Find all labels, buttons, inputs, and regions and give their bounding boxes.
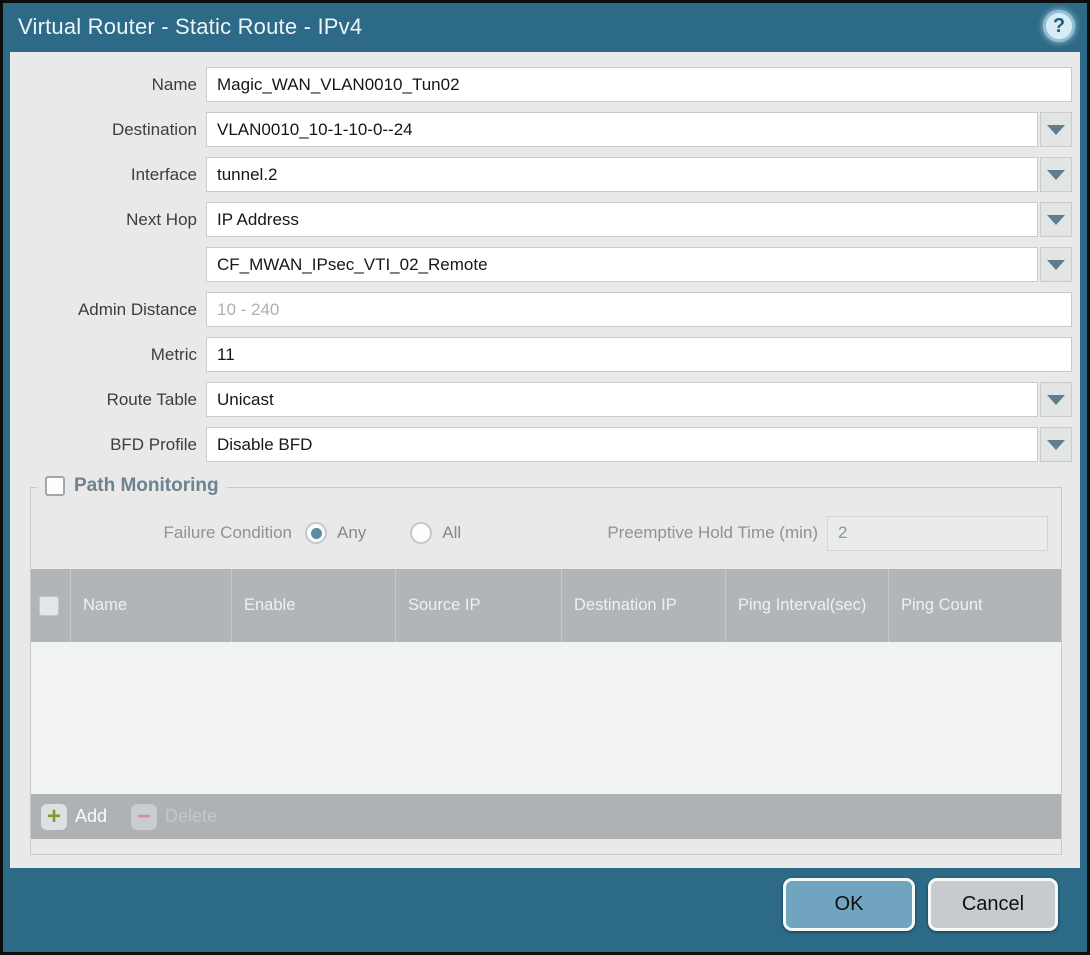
metric-label: Metric bbox=[10, 345, 206, 365]
form-row-destination: Destination bbox=[10, 112, 1072, 147]
preemptive-hold-time-label: Preemptive Hold Time (min) bbox=[607, 523, 818, 543]
interface-dropdown-button[interactable] bbox=[1040, 157, 1072, 192]
form-row-name: Name bbox=[10, 67, 1072, 102]
plus-icon: + bbox=[41, 804, 67, 830]
admin-distance-label: Admin Distance bbox=[10, 300, 206, 320]
name-input[interactable] bbox=[206, 67, 1072, 102]
chevron-down-icon bbox=[1047, 260, 1065, 270]
next-hop-address-dropdown-button[interactable] bbox=[1040, 247, 1072, 282]
failure-condition-label: Failure Condition bbox=[31, 523, 305, 543]
destination-dropdown-button[interactable] bbox=[1040, 112, 1072, 147]
minus-icon: − bbox=[131, 804, 157, 830]
form-row-admin-distance: Admin Distance bbox=[10, 292, 1072, 327]
dialog-window: Virtual Router - Static Route - IPv4 ? N… bbox=[0, 0, 1090, 955]
path-monitoring-section: Path Monitoring Failure Condition Any Al… bbox=[30, 487, 1062, 855]
ok-button[interactable]: OK bbox=[783, 878, 915, 931]
path-monitoring-legend: Path Monitoring bbox=[37, 475, 227, 497]
chevron-down-icon bbox=[1047, 395, 1065, 405]
select-all-checkbox[interactable] bbox=[39, 596, 59, 616]
table-header-row: Name Enable Source IP Destination IP Pin… bbox=[31, 569, 1061, 642]
destination-input[interactable] bbox=[206, 112, 1038, 147]
form-row-next-hop: Next Hop bbox=[10, 202, 1072, 237]
route-table-dropdown-button[interactable] bbox=[1040, 382, 1072, 417]
failure-condition-row: Failure Condition Any All Preemptive Hol… bbox=[31, 515, 1061, 551]
table-header-checkbox-cell bbox=[31, 569, 71, 642]
metric-input[interactable] bbox=[206, 337, 1072, 372]
next-hop-dropdown-button[interactable] bbox=[1040, 202, 1072, 237]
column-header-enable: Enable bbox=[232, 569, 396, 642]
add-button-label: Add bbox=[75, 806, 107, 827]
path-monitoring-title: Path Monitoring bbox=[74, 475, 219, 497]
form-row-bfd-profile: BFD Profile bbox=[10, 427, 1072, 462]
next-hop-label: Next Hop bbox=[10, 210, 206, 230]
any-radio-label: Any bbox=[337, 523, 366, 543]
table-body-empty bbox=[31, 642, 1061, 794]
route-table-select[interactable] bbox=[206, 382, 1038, 417]
route-table-label: Route Table bbox=[10, 390, 206, 410]
delete-button[interactable]: − Delete bbox=[131, 804, 217, 830]
preemptive-hold-time-input[interactable] bbox=[827, 516, 1048, 551]
all-radio-label: All bbox=[442, 523, 461, 543]
column-header-destination-ip: Destination IP bbox=[562, 569, 726, 642]
interface-label: Interface bbox=[10, 165, 206, 185]
bfd-profile-dropdown-button[interactable] bbox=[1040, 427, 1072, 462]
cancel-button[interactable]: Cancel bbox=[928, 878, 1058, 931]
interface-input[interactable] bbox=[206, 157, 1038, 192]
title-bar: Virtual Router - Static Route - IPv4 ? bbox=[3, 3, 1087, 52]
add-button[interactable]: + Add bbox=[41, 804, 107, 830]
path-monitoring-table: Name Enable Source IP Destination IP Pin… bbox=[31, 569, 1061, 839]
table-toolbar: + Add − Delete bbox=[31, 794, 1061, 839]
dialog-footer: OK Cancel bbox=[783, 878, 1058, 931]
form-row-next-hop-address bbox=[10, 247, 1072, 282]
column-header-name: Name bbox=[71, 569, 232, 642]
next-hop-address-select[interactable] bbox=[206, 247, 1038, 282]
column-header-ping-interval: Ping Interval(sec) bbox=[726, 569, 889, 642]
form-row-route-table: Route Table bbox=[10, 382, 1072, 417]
chevron-down-icon bbox=[1047, 170, 1065, 180]
chevron-down-icon bbox=[1047, 440, 1065, 450]
form-row-metric: Metric bbox=[10, 337, 1072, 372]
dialog-content: Name Destination Interface bbox=[10, 52, 1080, 868]
dialog-title: Virtual Router - Static Route - IPv4 bbox=[18, 14, 362, 40]
chevron-down-icon bbox=[1047, 215, 1065, 225]
delete-button-label: Delete bbox=[165, 806, 217, 827]
help-icon[interactable]: ? bbox=[1043, 10, 1075, 42]
bfd-profile-select[interactable] bbox=[206, 427, 1038, 462]
chevron-down-icon bbox=[1047, 125, 1065, 135]
column-header-source-ip: Source IP bbox=[396, 569, 562, 642]
form-row-interface: Interface bbox=[10, 157, 1072, 192]
failure-condition-any-radio[interactable] bbox=[305, 522, 327, 544]
name-label: Name bbox=[10, 75, 206, 95]
destination-label: Destination bbox=[10, 120, 206, 140]
next-hop-select[interactable] bbox=[206, 202, 1038, 237]
path-monitoring-checkbox[interactable] bbox=[45, 476, 65, 496]
bfd-profile-label: BFD Profile bbox=[10, 435, 206, 455]
admin-distance-input[interactable] bbox=[206, 292, 1072, 327]
failure-condition-all-radio[interactable] bbox=[410, 522, 432, 544]
column-header-ping-count: Ping Count bbox=[889, 569, 1061, 642]
